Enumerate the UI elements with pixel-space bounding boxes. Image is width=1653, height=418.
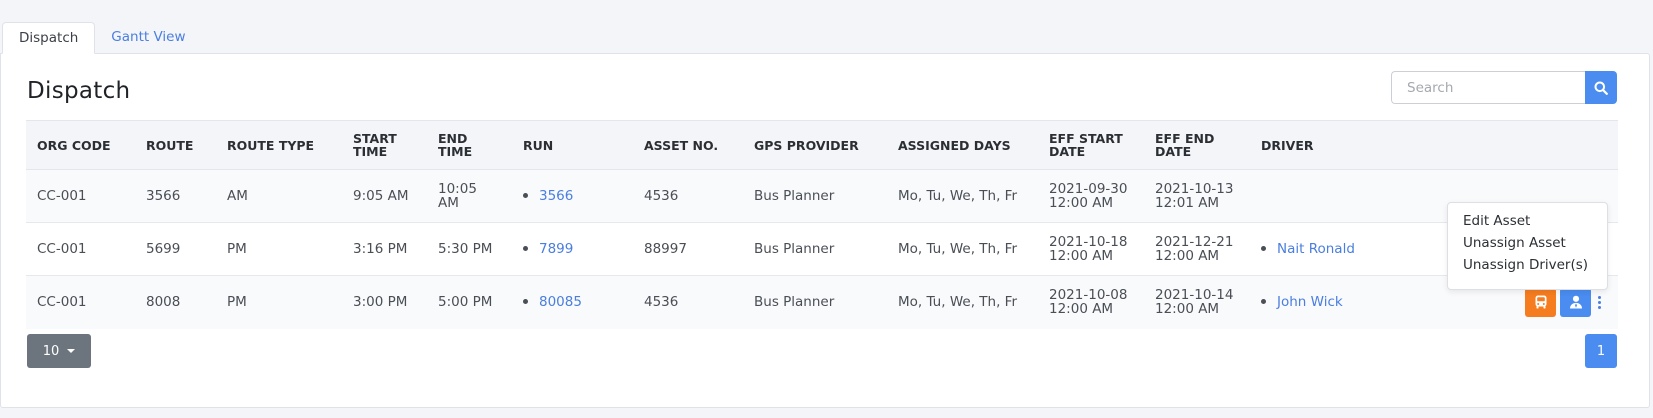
cell-eff-start-date: 2021-10-08 12:00 AM [1038,275,1144,329]
cell-asset-no: 4536 [633,275,743,329]
menu-item-unassign-asset[interactable]: Unassign Asset [1448,233,1607,255]
eff-end-time: 12:00 AM [1155,248,1220,264]
tab-gantt-view[interactable]: Gantt View [95,22,201,54]
bullet [1261,298,1266,304]
cell-start-time: 3:16 PM [342,222,427,276]
cell-asset-no: 88997 [633,222,743,276]
page-size-dropdown[interactable]: 10 [27,334,91,368]
cell-gps-provider: Bus Planner [743,222,887,276]
cell-assigned-days: Mo, Tu, We, Th, Fr [887,222,1038,276]
cell-route-type: PM [216,275,342,329]
assign-asset-button[interactable] [1525,287,1556,317]
col-driver[interactable]: DRIVER [1250,120,1370,170]
person-icon [1569,295,1582,309]
eff-end-time: 12:00 AM [1155,301,1220,318]
col-route[interactable]: ROUTE [135,120,216,170]
bullet [523,298,528,304]
row-context-menu: Edit Asset Unassign Asset Unassign Drive… [1447,202,1608,290]
table-row: CC-001 5699 PM 3:16 PM 5:30 PM 7899 8899… [26,222,1618,276]
page-size-value: 10 [42,343,60,359]
col-org-code[interactable]: ORG CODE [26,120,135,170]
assign-driver-button[interactable] [1560,287,1591,317]
col-route-type[interactable]: ROUTE TYPE [216,120,342,170]
driver-link[interactable]: Nait Ronald [1277,241,1355,257]
cell-run: 3566 [512,169,633,223]
cell-end-time: 10:05 AM [427,169,512,223]
cell-run: 80085 [512,275,633,329]
bullet [523,192,528,198]
cell-org-code: CC-001 [26,169,135,223]
chevron-down-icon [67,349,76,353]
cell-gps-provider: Bus Planner [743,275,887,329]
cell-driver: John Wick [1250,275,1370,329]
col-start-time-line2: TIME [353,144,388,159]
driver-link[interactable]: John Wick [1277,294,1343,310]
cell-org-code: CC-001 [26,222,135,276]
col-asset-no[interactable]: ASSET NO. [633,120,743,170]
search-box [1391,71,1617,104]
table-header-row: ORG CODE ROUTE ROUTE TYPE START TIME END … [26,120,1618,170]
eff-start-time: 12:00 AM [1049,248,1114,264]
cell-assigned-days: Mo, Tu, We, Th, Fr [887,169,1038,223]
eff-start-time: 12:00 AM [1049,195,1114,211]
row-actions [1381,287,1607,317]
tab-dispatch[interactable]: Dispatch [2,22,96,54]
menu-item-edit-asset[interactable]: Edit Asset [1448,211,1607,233]
cell-route: 5699 [135,222,216,276]
cell-start-time: 3:00 PM [342,275,427,329]
run-link[interactable]: 80085 [539,294,582,310]
page-title: Dispatch [27,78,131,104]
col-eff-start-date[interactable]: EFF START DATE [1038,120,1144,170]
col-eff-end-line2: DATE [1155,144,1192,159]
cell-assigned-days: Mo, Tu, We, Th, Fr [887,275,1038,329]
cell-eff-end-date: 2021-10-14 12:00 AM [1144,275,1250,329]
cell-asset-no: 4536 [633,169,743,223]
cell-route: 3566 [135,169,216,223]
table-row: CC-001 3566 AM 9:05 AM 10:05 AM 3566 453… [26,169,1618,223]
search-input[interactable] [1391,71,1585,104]
eff-start-time: 12:00 AM [1049,301,1114,318]
menu-item-unassign-drivers[interactable]: Unassign Driver(s) [1448,255,1607,277]
dispatch-table: ORG CODE ROUTE ROUTE TYPE START TIME END … [26,120,1618,329]
cell-route: 8008 [135,275,216,329]
run-link[interactable]: 3566 [539,188,573,204]
dispatch-card: Dispatch ORG CODE ROUTE ROUTE TYPE START… [0,53,1650,408]
col-actions [1370,120,1618,170]
col-eff-start-line2: DATE [1049,144,1086,159]
cell-eff-end-date: 2021-12-21 12:00 AM [1144,222,1250,276]
kebab-menu-icon[interactable] [1595,295,1603,309]
col-run[interactable]: RUN [512,120,633,170]
cell-route-type: AM [216,169,342,223]
bullet [1261,245,1266,251]
cell-end-time: 5:00 PM [427,275,512,329]
cell-driver: Nait Ronald [1250,222,1370,276]
tab-bar: Dispatch Gantt View [2,22,202,54]
cell-driver [1250,169,1370,223]
cell-gps-provider: Bus Planner [743,169,887,223]
search-icon [1594,81,1608,95]
cell-start-time: 9:05 AM [342,169,427,223]
cell-eff-start-date: 2021-09-30 12:00 AM [1038,169,1144,223]
col-end-time[interactable]: END TIME [427,120,512,170]
cell-org-code: CC-001 [26,275,135,329]
eff-end-time: 12:01 AM [1155,195,1220,211]
col-assigned-days[interactable]: ASSIGNED DAYS [887,120,1038,170]
cell-eff-end-date: 2021-10-13 12:01 AM [1144,169,1250,223]
col-eff-end-date[interactable]: EFF END DATE [1144,120,1250,170]
bus-icon [1535,295,1546,309]
pagination-page-button[interactable]: 1 [1585,334,1617,368]
table-row: CC-001 8008 PM 3:00 PM 5:00 PM 80085 453… [26,275,1618,329]
col-start-time[interactable]: START TIME [342,120,427,170]
run-link[interactable]: 7899 [539,241,573,257]
col-gps-provider[interactable]: GPS PROVIDER [743,120,887,170]
bullet [523,245,528,251]
cell-eff-start-date: 2021-10-18 12:00 AM [1038,222,1144,276]
cell-route-type: PM [216,222,342,276]
cell-run: 7899 [512,222,633,276]
cell-end-time: 5:30 PM [427,222,512,276]
search-button[interactable] [1585,71,1617,104]
